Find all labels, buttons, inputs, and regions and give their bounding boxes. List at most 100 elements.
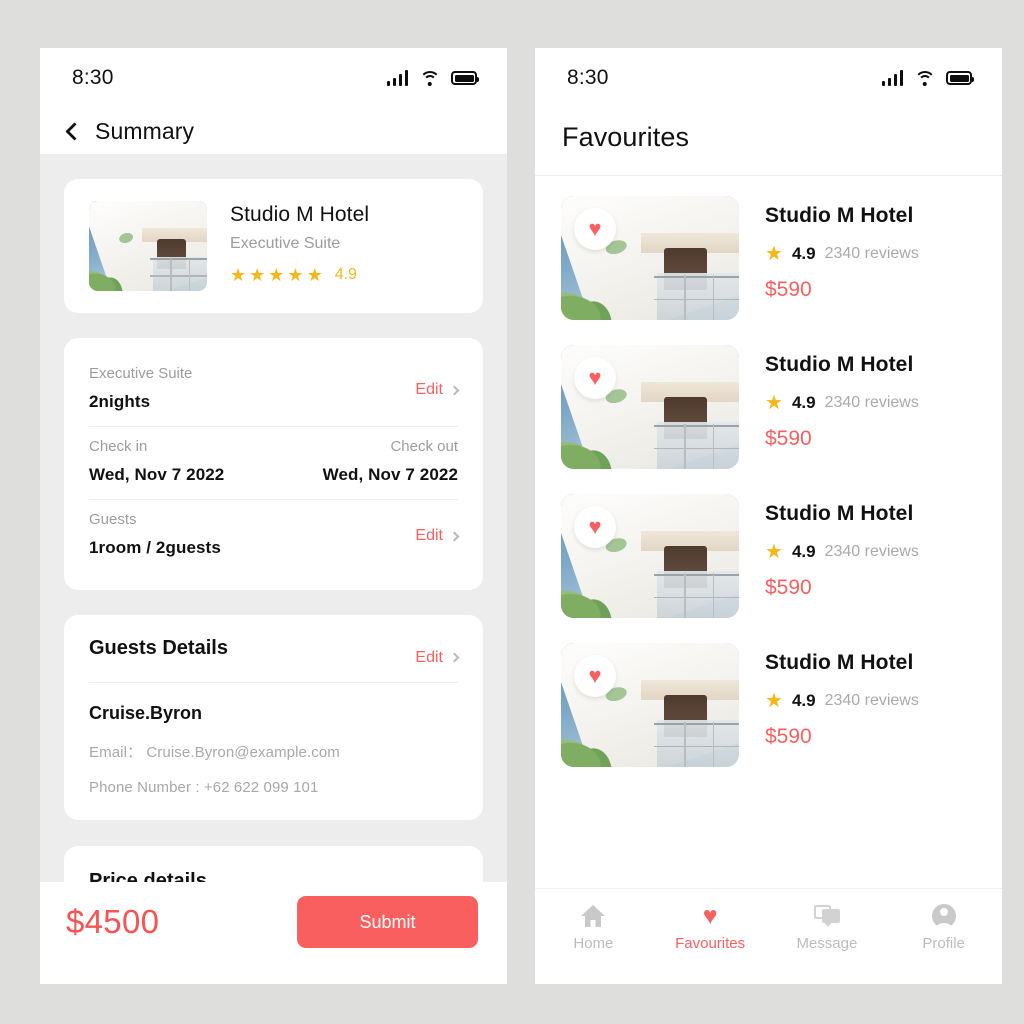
heart-icon[interactable]: ♥ bbox=[574, 655, 616, 697]
star-icon: ★ bbox=[765, 690, 783, 712]
list-item[interactable]: ♥ Studio M Hotel ★ 4.9 2340 reviews $590 bbox=[561, 345, 976, 469]
edit-guest-details-button[interactable]: Edit bbox=[415, 648, 460, 667]
summary-scroll-area[interactable]: Studio M Hotel Executive Suite ★ ★ ★ ★ ★… bbox=[40, 179, 507, 984]
star-icon: ★ bbox=[230, 265, 247, 285]
edit-room-button[interactable]: Edit bbox=[415, 381, 460, 399]
hotel-price: $590 bbox=[765, 576, 812, 599]
rating-row: ★ ★ ★ ★ ★ 4.9 bbox=[230, 266, 458, 284]
hotel-thumbnail: ♥ bbox=[561, 196, 739, 320]
tab-message[interactable]: Message bbox=[769, 903, 886, 952]
tab-profile-label: Profile bbox=[922, 935, 965, 952]
favourites-header: Favourites bbox=[535, 108, 1002, 176]
rating-row: ★ 4.9 2340 reviews bbox=[765, 244, 919, 264]
room-label: Executive Suite bbox=[89, 365, 193, 382]
hotel-name: Studio M Hotel bbox=[765, 651, 914, 674]
bottom-tab-bar: Home ♥ Favourites Message Profile bbox=[535, 888, 1002, 984]
favourites-title: Favourites bbox=[562, 122, 690, 152]
edit-room-label: Edit bbox=[415, 381, 443, 398]
status-time: 8:30 bbox=[72, 66, 114, 89]
hotel-name: Studio M Hotel bbox=[765, 502, 914, 525]
guests-details-title: Guests Details bbox=[89, 637, 228, 659]
chevron-right-icon bbox=[449, 385, 460, 395]
room-nights-value: 2nights bbox=[89, 392, 151, 411]
booking-details-card: Executive Suite 2nights Edit Check in We… bbox=[64, 338, 483, 590]
heart-icon[interactable]: ♥ bbox=[574, 506, 616, 548]
list-item[interactable]: ♥ Studio M Hotel ★ 4.9 2340 reviews $590 bbox=[561, 494, 976, 618]
review-count: 2340 reviews bbox=[824, 692, 919, 709]
guest-name: Cruise.Byron bbox=[89, 703, 203, 723]
signal-bars-icon bbox=[881, 70, 903, 86]
message-icon bbox=[813, 903, 840, 929]
tab-profile[interactable]: Profile bbox=[885, 903, 1002, 952]
screenshot-stage: 8:30 Summary Studio M Hotel Executive Su… bbox=[0, 0, 1024, 1024]
hotel-name: Studio M Hotel bbox=[230, 203, 370, 226]
review-count: 2340 reviews bbox=[824, 394, 919, 411]
rating-row: ★ 4.9 2340 reviews bbox=[765, 691, 919, 711]
star-icon: ★ bbox=[268, 265, 285, 285]
hotel-summary-card[interactable]: Studio M Hotel Executive Suite ★ ★ ★ ★ ★… bbox=[64, 179, 483, 313]
hotel-price: $590 bbox=[765, 725, 812, 748]
check-in-col: Check in Wed, Nov 7 2022 bbox=[89, 438, 274, 485]
tab-home[interactable]: Home bbox=[535, 903, 652, 952]
wifi-icon bbox=[419, 70, 440, 86]
tab-message-label: Message bbox=[796, 935, 858, 952]
hotel-thumbnail bbox=[89, 201, 207, 291]
rating-score: 4.9 bbox=[334, 266, 357, 283]
tab-home-label: Home bbox=[573, 935, 614, 952]
divider bbox=[89, 682, 458, 683]
heart-icon[interactable]: ♥ bbox=[574, 357, 616, 399]
rating-row: ★ 4.9 2340 reviews bbox=[765, 542, 919, 562]
tab-favourites-label: Favourites bbox=[675, 935, 746, 952]
hotel-name: Studio M Hotel bbox=[765, 204, 914, 227]
chevron-right-icon bbox=[449, 531, 460, 541]
review-count: 2340 reviews bbox=[824, 245, 919, 262]
guests-detail-block: Guests 1room / 2guests Edit bbox=[89, 504, 460, 568]
rating-score: 4.9 bbox=[791, 244, 816, 263]
battery-icon bbox=[451, 71, 479, 85]
guest-phone: Phone Number : +62 622 099 101 bbox=[89, 779, 319, 796]
tab-favourites[interactable]: ♥ Favourites bbox=[652, 903, 769, 952]
rating-score: 4.9 bbox=[791, 691, 816, 710]
status-icons bbox=[881, 70, 974, 86]
check-in-value: Wed, Nov 7 2022 bbox=[89, 465, 225, 484]
guest-email: Email： Cruise.Byron@example.com bbox=[89, 744, 340, 761]
favourites-screen: 8:30 Favourites ♥ Studio M Hotel ★ 4.9 2… bbox=[535, 48, 1002, 984]
check-out-label: Check out bbox=[390, 438, 458, 455]
divider bbox=[89, 426, 458, 427]
divider bbox=[89, 499, 458, 500]
list-item[interactable]: ♥ Studio M Hotel ★ 4.9 2340 reviews $590 bbox=[561, 643, 976, 767]
check-in-label: Check in bbox=[89, 438, 148, 455]
bottom-action-bar: $4500 Submit bbox=[40, 882, 507, 984]
submit-button[interactable]: Submit bbox=[297, 896, 478, 948]
status-bar-left: 8:30 bbox=[40, 48, 507, 108]
guests-label: Guests bbox=[89, 511, 137, 528]
hotel-room-type: Executive Suite bbox=[230, 235, 341, 252]
star-icon: ★ bbox=[287, 265, 304, 285]
status-icons bbox=[386, 70, 479, 86]
guests-details-card: Guests Details Edit Cruise.Byron Email： … bbox=[64, 615, 483, 820]
list-item[interactable]: ♥ Studio M Hotel ★ 4.9 2340 reviews $590 bbox=[561, 196, 976, 320]
star-icon: ★ bbox=[249, 265, 266, 285]
wifi-icon bbox=[914, 70, 935, 86]
hotel-photo bbox=[89, 201, 207, 291]
edit-guest-details-label: Edit bbox=[415, 648, 443, 666]
rating-score: 4.9 bbox=[791, 542, 816, 561]
battery-icon bbox=[946, 71, 974, 85]
signal-bars-icon bbox=[386, 70, 408, 86]
rating-row: ★ 4.9 2340 reviews bbox=[765, 393, 919, 413]
edit-guests-button[interactable]: Edit bbox=[415, 527, 460, 545]
hotel-price: $590 bbox=[765, 278, 812, 301]
hotel-thumbnail: ♥ bbox=[561, 643, 739, 767]
review-count: 2340 reviews bbox=[824, 543, 919, 560]
page-title: Summary bbox=[95, 117, 195, 144]
profile-icon bbox=[931, 903, 957, 929]
dates-block: Check in Wed, Nov 7 2022 Check out Wed, … bbox=[89, 431, 458, 495]
star-icon: ★ bbox=[306, 265, 323, 285]
favourites-list[interactable]: ♥ Studio M Hotel ★ 4.9 2340 reviews $590 bbox=[535, 176, 1002, 898]
total-price: $4500 bbox=[66, 903, 160, 940]
heart-icon[interactable]: ♥ bbox=[574, 208, 616, 250]
check-out-col: Check out Wed, Nov 7 2022 bbox=[274, 438, 458, 485]
chevron-right-icon bbox=[449, 652, 460, 663]
back-chevron-icon[interactable] bbox=[65, 121, 84, 141]
guests-value: 1room / 2guests bbox=[89, 538, 221, 557]
